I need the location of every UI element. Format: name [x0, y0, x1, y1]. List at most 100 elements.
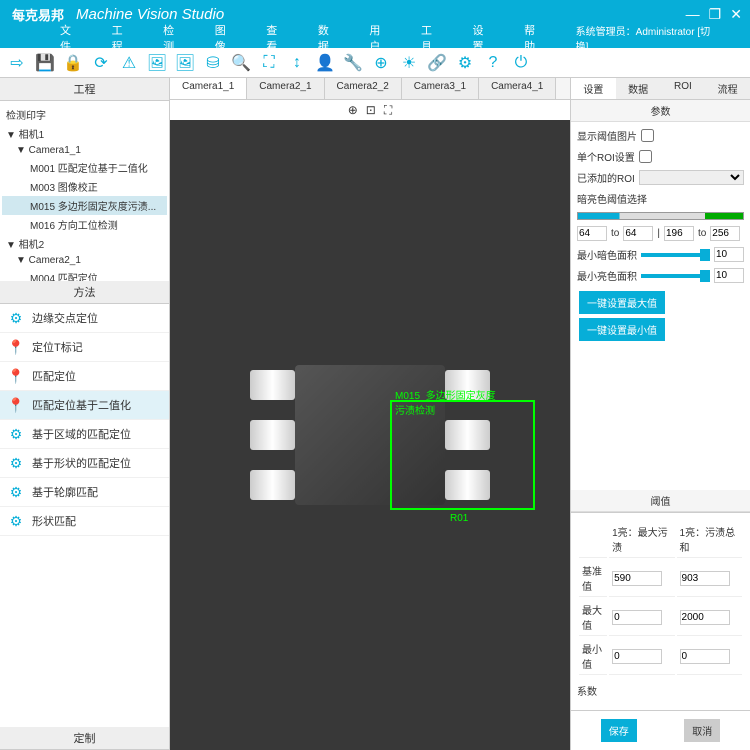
db-icon[interactable]: ⛁ [200, 50, 226, 76]
tree-item[interactable]: ▼ Camera1_1 [2, 143, 167, 158]
max-v1[interactable] [612, 610, 662, 625]
camera-tab[interactable]: Camera4_1 [479, 78, 556, 99]
logo: 每克易邦 [8, 5, 68, 24]
gear-icon[interactable]: ⚙ [452, 50, 478, 76]
link-icon[interactable]: 🔗 [424, 50, 450, 76]
tree-item[interactable]: ▼ 相机1 [2, 124, 167, 143]
search-icon[interactable]: 🔍 [228, 50, 254, 76]
method-icon: ⚙ [6, 424, 26, 444]
minimize-icon[interactable]: — [686, 6, 700, 22]
min-v2[interactable] [680, 649, 730, 664]
right-tab[interactable]: 设置 [571, 78, 616, 99]
range-v4[interactable] [710, 226, 740, 241]
right-tab[interactable]: ROI [661, 78, 706, 99]
min-dark-label: 最小暗色面积 [577, 247, 637, 262]
right-tab[interactable]: 数据 [616, 78, 661, 99]
maximize-icon[interactable]: ❐ [709, 6, 722, 22]
tree-item[interactable]: M004 匹配定位 [2, 268, 167, 281]
gallery-icon[interactable]: 🖼 [144, 50, 170, 76]
export-icon[interactable]: ⇨ [4, 50, 30, 76]
right-tabs: 设置数据ROI流程 [571, 78, 750, 100]
range-v2[interactable] [623, 226, 653, 241]
target-icon[interactable]: ⊕ [368, 50, 394, 76]
tree-item[interactable]: M001 匹配定位基于二值化 [2, 158, 167, 177]
cancel-button[interactable]: 取消 [684, 719, 720, 742]
method-icon: 📍 [6, 366, 26, 386]
tree-item[interactable]: ▼ 相机2 [2, 234, 167, 253]
method-item[interactable]: 📍定位T标记 [0, 333, 169, 362]
camera-tab[interactable]: Camera2_2 [325, 78, 402, 99]
right-tab[interactable]: 流程 [705, 78, 750, 99]
help-icon[interactable]: ? [480, 50, 506, 76]
refresh-icon[interactable]: ⟳ [88, 50, 114, 76]
zoom-fit-icon[interactable]: ⊡ [366, 103, 376, 117]
set-min-button[interactable]: 一键设置最小值 [579, 318, 665, 341]
show-thresh-label: 显示阈值图片 [577, 128, 637, 143]
coef-label: 系数 [577, 683, 597, 698]
zoom-in-icon[interactable]: ⊕ [348, 103, 358, 117]
min-light-label: 最小亮色面积 [577, 268, 637, 283]
custom-section[interactable]: 定制 [0, 727, 169, 750]
methods-list: ⚙边缘交点定位📍定位T标记📍匹配定位📍匹配定位基于二值化⚙基于区域的匹配定位⚙基… [0, 304, 169, 727]
power-icon[interactable]: ⏻ [508, 50, 534, 76]
threshold-range-slider[interactable] [577, 212, 744, 220]
save-icon[interactable]: 💾 [32, 50, 58, 76]
tree-item[interactable]: M003 图像校正 [2, 177, 167, 196]
min-dark-slider[interactable] [641, 253, 710, 257]
method-item[interactable]: 📍匹配定位基于二值化 [0, 391, 169, 420]
method-item[interactable]: ⚙基于区域的匹配定位 [0, 420, 169, 449]
center-panel: Camera1_1Camera2_1Camera2_2Camera3_1Came… [170, 78, 570, 750]
method-item[interactable]: ⚙基于轮廓匹配 [0, 478, 169, 507]
threshold-header: 阈值 [571, 490, 750, 512]
tool1-icon[interactable]: ↕ [284, 50, 310, 76]
app-title: Machine Vision Studio [76, 6, 224, 23]
base-v1[interactable] [612, 571, 662, 586]
method-item[interactable]: 📍匹配定位 [0, 362, 169, 391]
range-v1[interactable] [577, 226, 607, 241]
left-panel: 工程 检测印字▼ 相机1▼ Camera1_1M001 匹配定位基于二值化M00… [0, 78, 170, 750]
base-v2[interactable] [680, 571, 730, 586]
image-viewer[interactable]: M015_多边形固定灰度污渍检测 R01 [170, 120, 570, 750]
method-item[interactable]: ⚙基于形状的匹配定位 [0, 449, 169, 478]
camera-tab[interactable]: Camera2_1 [247, 78, 324, 99]
range-v3[interactable] [664, 226, 694, 241]
min-dark-value[interactable] [714, 247, 744, 262]
min-light-slider[interactable] [641, 274, 710, 278]
camera-tabs: Camera1_1Camera2_1Camera2_2Camera3_1Came… [170, 78, 570, 100]
params-header: 参数 [571, 100, 750, 122]
min-light-value[interactable] [714, 268, 744, 283]
toolbar: ⇨ 💾 🔒 ⟳ ⚠ 🖼 🖼 ⛁ 🔍 ⛶ ↕ 👤 🔧 ⊕ ☀ 🔗 ⚙ ? ⏻ [0, 48, 750, 78]
method-icon: ⚙ [6, 308, 26, 328]
max-v2[interactable] [680, 610, 730, 625]
method-icon: ⚙ [6, 453, 26, 473]
threshold-table: 1亮：最大污渍1亮：污渍总和 基准值 最大值 最小值 [577, 519, 744, 677]
min-v1[interactable] [612, 649, 662, 664]
tree-item[interactable]: 检测印字 [2, 105, 167, 124]
tree-item[interactable]: M016 方向工位检测 [2, 215, 167, 234]
single-roi-checkbox[interactable] [639, 150, 652, 163]
roi-method-label: M015_多边形固定灰度污渍检测 [395, 387, 500, 417]
save-button[interactable]: 保存 [601, 719, 637, 742]
user-icon[interactable]: 👤 [312, 50, 338, 76]
image-icon[interactable]: 🖼 [172, 50, 198, 76]
wrench-icon[interactable]: 🔧 [340, 50, 366, 76]
expand-icon[interactable]: ⛶ [256, 50, 282, 76]
method-item[interactable]: ⚙形状匹配 [0, 507, 169, 536]
set-max-button[interactable]: 一键设置最大值 [579, 291, 665, 314]
camera-tab[interactable]: Camera3_1 [402, 78, 479, 99]
warning-icon[interactable]: ⚠ [116, 50, 142, 76]
tree-item[interactable]: ▼ Camera2_1 [2, 253, 167, 268]
view-tools: ⊕ ⊡ ⛶ [170, 100, 570, 120]
methods-title: 方法 [0, 281, 169, 304]
close-icon[interactable]: ✕ [730, 6, 742, 22]
show-thresh-checkbox[interactable] [641, 129, 654, 142]
project-tree: 检测印字▼ 相机1▼ Camera1_1M001 匹配定位基于二值化M003 图… [0, 101, 169, 281]
lock-icon[interactable]: 🔒 [60, 50, 86, 76]
roi-name-label: R01 [450, 513, 468, 524]
added-roi-select[interactable] [639, 170, 744, 185]
fullscreen-icon[interactable]: ⛶ [384, 103, 392, 118]
camera-tab[interactable]: Camera1_1 [170, 78, 247, 99]
tree-item[interactable]: M015 多边形固定灰度污渍... [2, 196, 167, 215]
method-item[interactable]: ⚙边缘交点定位 [0, 304, 169, 333]
light-icon[interactable]: ☀ [396, 50, 422, 76]
